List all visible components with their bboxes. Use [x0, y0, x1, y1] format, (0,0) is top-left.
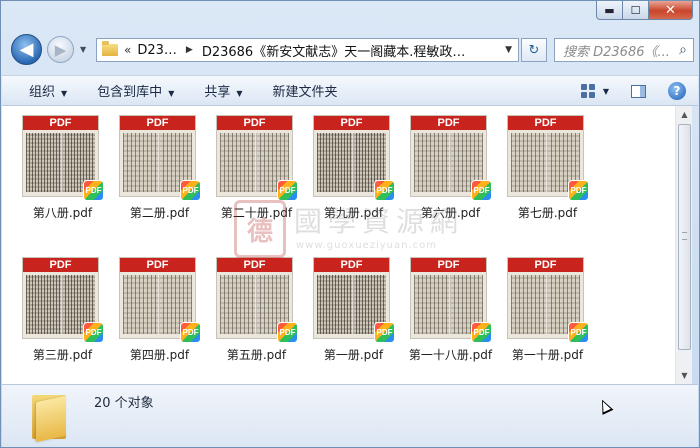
- new-folder-button[interactable]: 新建文件夹: [258, 81, 353, 100]
- pdf-app-icon: PDF: [180, 180, 201, 201]
- pdf-band-label: PDF: [120, 258, 195, 272]
- pdf-band-label: PDF: [217, 116, 292, 130]
- pdf-app-icon: PDF: [568, 180, 589, 201]
- folder-icon: [102, 41, 118, 56]
- back-button[interactable]: ◀: [11, 34, 42, 65]
- folder-icon: [32, 391, 66, 443]
- breadcrumb-current[interactable]: D23686《新安文献志》天一阁藏本.程敏政…: [202, 41, 499, 60]
- navigation-bar: ◀ ▶ ▼ « D23… ▶ D23686《新安文献志》天一阁藏本.程敏政… ▼…: [1, 31, 700, 71]
- close-button[interactable]: ✕: [649, 1, 693, 20]
- file-item[interactable]: PDF PDF 第二册.pdf: [111, 113, 208, 255]
- address-bar[interactable]: « D23… ▶ D23686《新安文献志》天一阁藏本.程敏政… ▼: [96, 38, 519, 62]
- file-item[interactable]: PDF PDF 第一十册.pdf: [499, 255, 596, 397]
- file-name: 第八册.pdf: [32, 206, 93, 220]
- scroll-down-button[interactable]: ▼: [676, 367, 693, 384]
- search-icon[interactable]: ⌕: [673, 42, 693, 58]
- file-name: 第三册.pdf: [32, 348, 93, 362]
- refresh-button[interactable]: ↻: [521, 38, 547, 62]
- breadcrumb-item[interactable]: D23…: [137, 43, 185, 58]
- pdf-app-icon: PDF: [277, 180, 298, 201]
- file-list[interactable]: PDF PDF 第八册.pdf PDF PDF 第二册.pdf PDF PDF 第二十册.pdf…: [2, 106, 675, 384]
- pdf-app-icon: PDF: [180, 322, 201, 343]
- pdf-app-icon: PDF: [568, 322, 589, 343]
- organize-menu[interactable]: 组织 ▼: [2, 81, 82, 100]
- pdf-band-label: PDF: [314, 116, 389, 130]
- file-item[interactable]: PDF PDF 第七册.pdf: [499, 113, 596, 255]
- scrollbar-thumb[interactable]: [678, 124, 691, 350]
- scroll-up-button[interactable]: ▲: [676, 106, 693, 123]
- file-item[interactable]: PDF PDF 第五册.pdf: [208, 255, 305, 397]
- pdf-app-icon: PDF: [374, 322, 395, 343]
- pdf-app-icon: PDF: [471, 322, 492, 343]
- pdf-app-icon: PDF: [83, 180, 104, 201]
- pdf-app-icon: PDF: [471, 180, 492, 201]
- vertical-scrollbar[interactable]: ▲ ▼: [675, 106, 692, 384]
- pdf-app-icon: PDF: [277, 322, 298, 343]
- file-item[interactable]: PDF PDF 第一册.pdf: [305, 255, 402, 397]
- pdf-band-label: PDF: [23, 116, 98, 130]
- file-name: 第四册.pdf: [129, 348, 190, 362]
- help-icon[interactable]: ?: [668, 82, 686, 100]
- pdf-band-label: PDF: [411, 116, 486, 130]
- breadcrumb-arrow-icon[interactable]: ▶: [185, 45, 202, 55]
- watermark-title: 國學資源網: [294, 205, 465, 238]
- address-dropdown-button[interactable]: ▼: [499, 45, 518, 55]
- file-item[interactable]: PDF PDF 第一十八册.pdf: [402, 255, 499, 397]
- chevron-down-icon: ▼: [236, 89, 243, 98]
- pdf-band-label: PDF: [508, 258, 583, 272]
- maximize-button[interactable]: ☐: [623, 1, 649, 20]
- caption-buttons: ▬ ☐ ✕: [596, 1, 693, 20]
- watermark: 德 國學資源網 www.guoxueziyuan.com: [234, 200, 484, 262]
- file-name: 第一十八册.pdf: [408, 348, 493, 362]
- file-item[interactable]: PDF PDF 第四册.pdf: [111, 255, 208, 397]
- file-item[interactable]: PDF PDF 第八册.pdf: [14, 113, 111, 255]
- include-library-label: 包含到库中: [97, 85, 163, 100]
- file-name: 第五册.pdf: [226, 348, 287, 362]
- preview-pane-icon[interactable]: [631, 84, 646, 98]
- pdf-band-label: PDF: [23, 258, 98, 272]
- pdf-band-label: PDF: [120, 116, 195, 130]
- forward-button[interactable]: ▶: [47, 36, 74, 63]
- file-name: 第一册.pdf: [323, 348, 384, 362]
- command-bar: 组织 ▼ 包含到库中 ▼ 共享 ▼ 新建文件夹 ▼ ?: [2, 75, 698, 106]
- minimize-button[interactable]: ▬: [596, 1, 623, 20]
- watermark-url: www.guoxueziyuan.com: [296, 240, 437, 251]
- watermark-seal-icon: 德: [234, 200, 286, 258]
- search-input[interactable]: 搜索 D23686《...: [555, 41, 673, 60]
- organize-label: 组织: [29, 85, 56, 100]
- file-name: 第一十册.pdf: [511, 348, 584, 362]
- details-pane: 20 个对象: [2, 384, 698, 447]
- chevron-down-icon: ▼: [168, 89, 175, 98]
- file-name: 第二册.pdf: [129, 206, 190, 220]
- pdf-app-icon: PDF: [83, 322, 104, 343]
- pdf-app-icon: PDF: [374, 180, 395, 201]
- include-in-library-menu[interactable]: 包含到库中 ▼: [82, 81, 189, 100]
- file-item[interactable]: PDF PDF 第三册.pdf: [14, 255, 111, 397]
- breadcrumb-overflow[interactable]: «: [124, 43, 137, 57]
- view-options-dropdown[interactable]: ▼: [603, 87, 609, 96]
- explorer-window: ▬ ☐ ✕ ◀ ▶ ▼ « D23… ▶ D23686《新安文献志》天一阁藏本.…: [0, 0, 700, 448]
- share-label: 共享: [204, 85, 231, 100]
- share-menu[interactable]: 共享 ▼: [189, 81, 257, 100]
- view-controls: ▼ ?: [580, 76, 698, 106]
- pdf-band-label: PDF: [508, 116, 583, 130]
- file-name: 第七册.pdf: [517, 206, 578, 220]
- item-count: 20 个对象: [94, 396, 154, 411]
- recent-pages-dropdown[interactable]: ▼: [80, 45, 86, 54]
- search-box[interactable]: 搜索 D23686《... ⌕: [554, 38, 694, 62]
- chevron-down-icon: ▼: [61, 89, 68, 98]
- change-view-icon[interactable]: [580, 84, 595, 98]
